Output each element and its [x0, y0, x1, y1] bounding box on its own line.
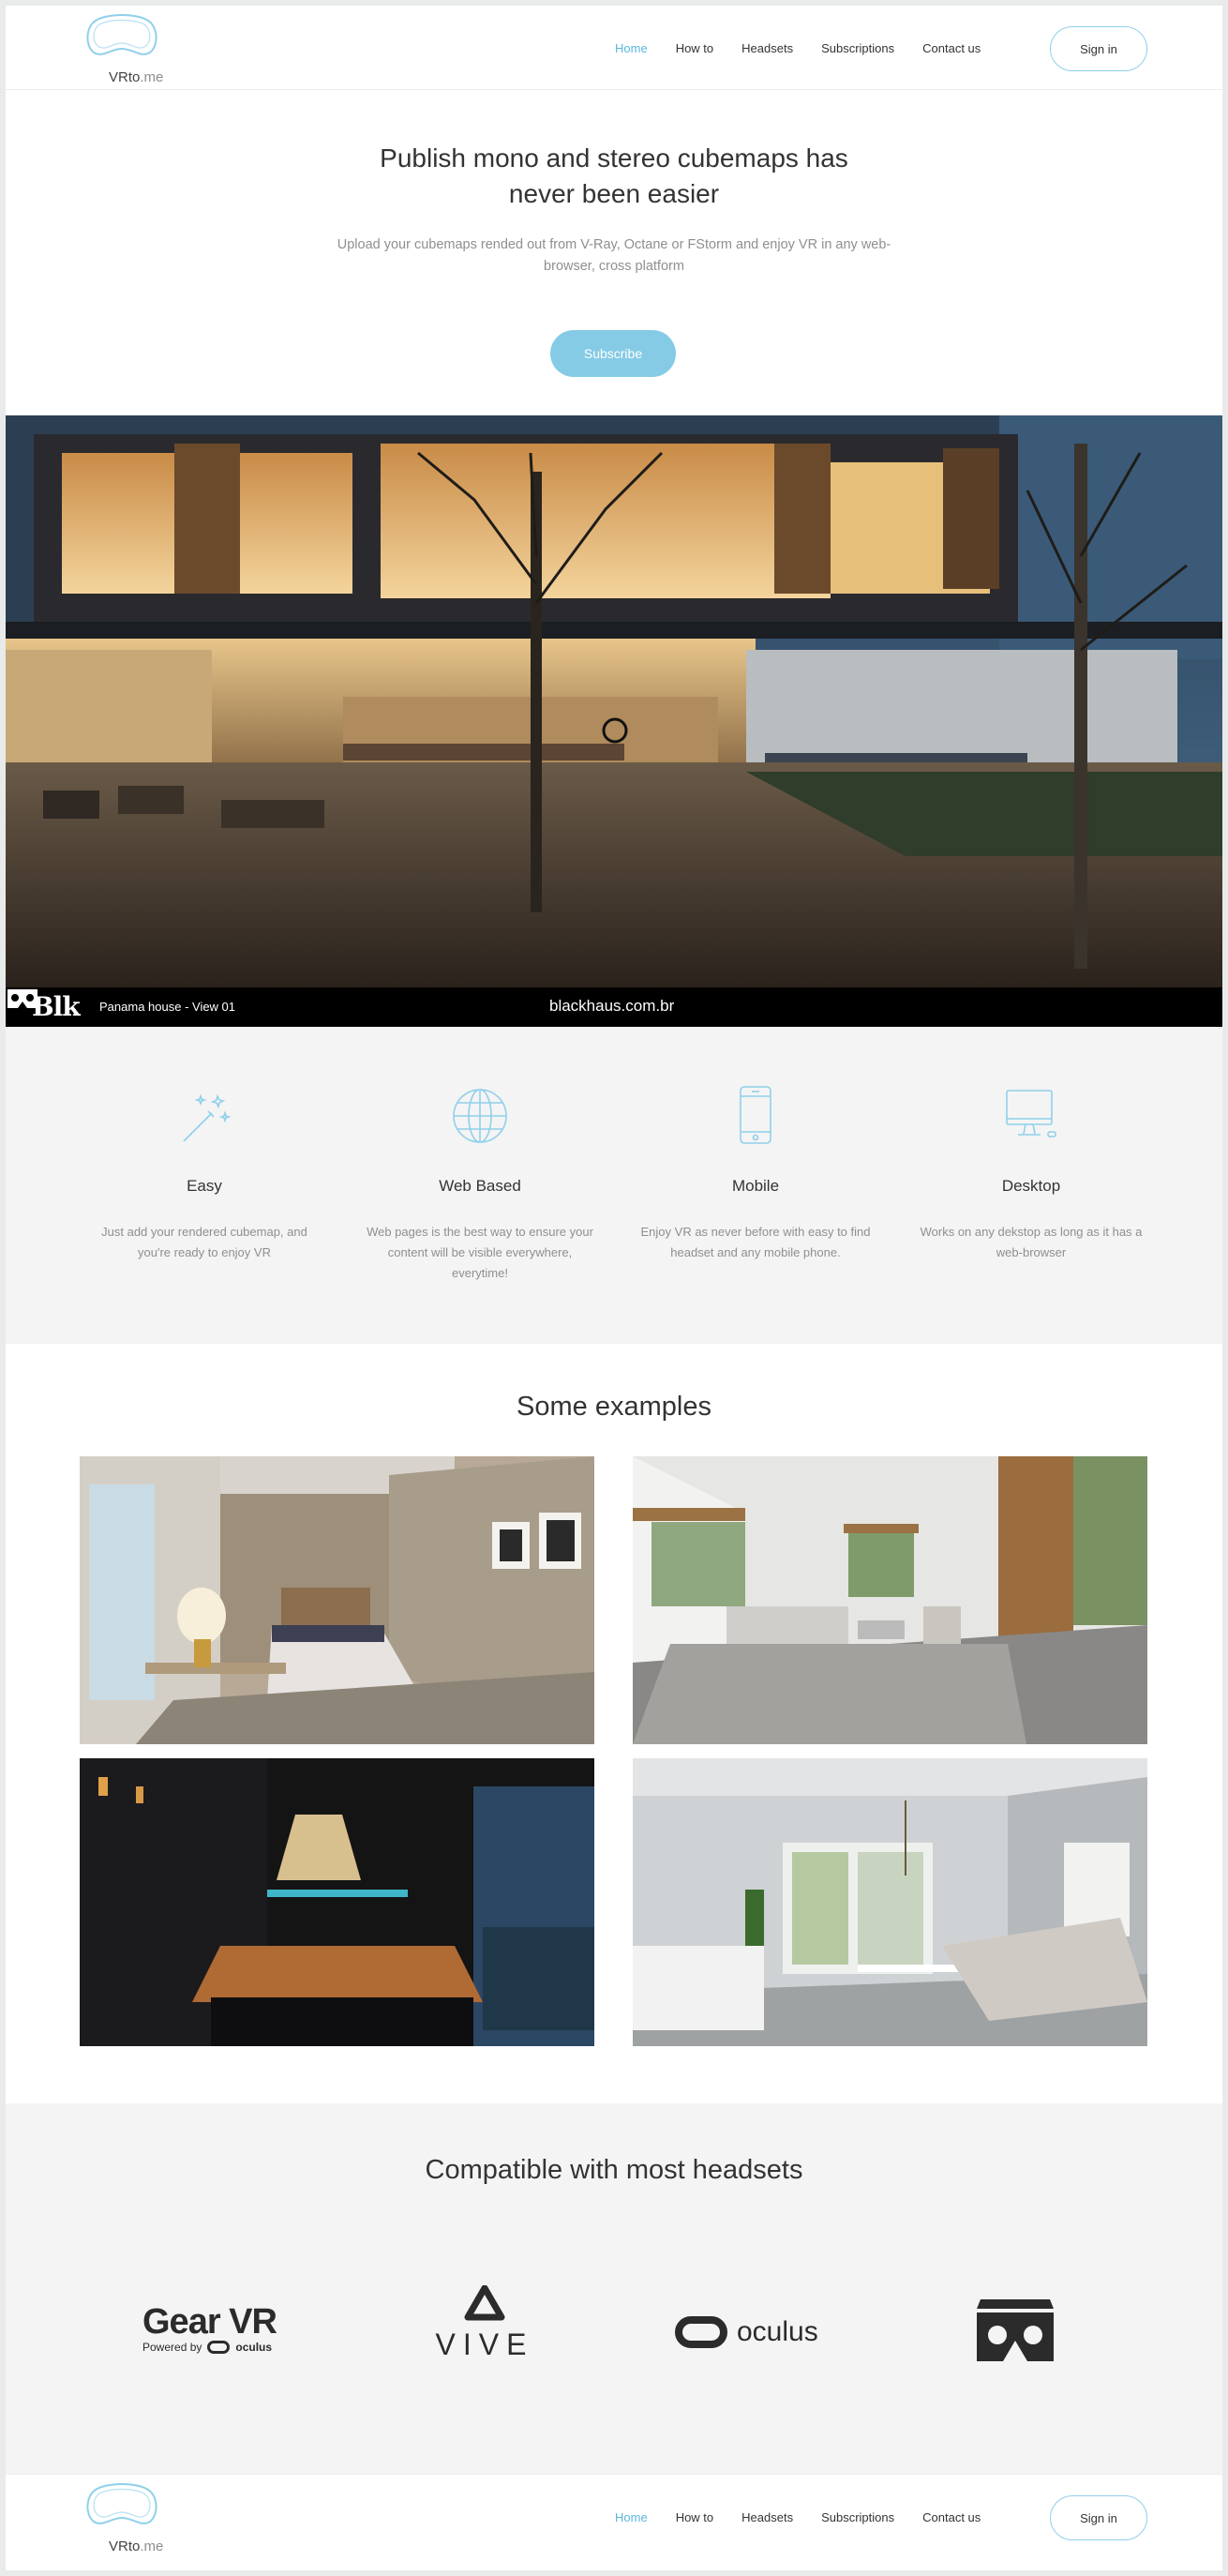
gearvr-wordmark: Gear VR — [142, 2302, 277, 2342]
feature-description: Just add your rendered cubemap, and you'… — [101, 1225, 307, 1259]
vive-logo: VIVE — [433, 2284, 536, 2362]
oculus-logo: oculus — [675, 2316, 818, 2348]
site-footer: VRto.me Home How to Headsets Subscriptio… — [6, 2474, 1222, 2570]
features-section: Easy Just add your rendered cubemap, and… — [6, 1027, 1222, 1344]
hero-title: Publish mono and stereo cubemaps has nev… — [6, 141, 1222, 212]
nav-subscriptions[interactable]: Subscriptions — [821, 41, 894, 55]
logo-headset-icon — [86, 14, 157, 55]
logo-suffix: .me — [140, 69, 164, 85]
example-living-room-grey[interactable] — [633, 1758, 1147, 2046]
mobile-phone-icon — [740, 1086, 771, 1144]
nav-home[interactable]: Home — [615, 41, 648, 55]
oculus-ring-icon — [675, 2316, 727, 2348]
globe-icon — [453, 1089, 507, 1143]
example-dining-room[interactable] — [80, 1758, 594, 2046]
nav-how-to[interactable]: How to — [676, 41, 713, 55]
feature-title: Easy — [187, 1177, 222, 1195]
logo[interactable]: VRto.me — [79, 11, 201, 86]
hero-subtitle: Upload your cubemaps rended out from V-R… — [337, 237, 891, 274]
viewer-site-url[interactable]: blackhaus.com.br — [549, 997, 674, 1016]
signin-button[interactable]: Sign in — [1050, 2495, 1147, 2540]
nav-headsets[interactable]: Headsets — [741, 41, 793, 55]
vr-viewer[interactable]: Blk Panama house - View 01 blackhaus.com… — [6, 415, 1222, 1027]
feature-description: Works on any dekstop as long as it has a… — [920, 1225, 1143, 1259]
viewer-toolbar: Blk Panama house - View 01 blackhaus.com… — [6, 987, 1222, 1027]
vive-wordmark: VIVE — [435, 2327, 534, 2361]
examples-title: Some examples — [517, 1392, 711, 1422]
example-image — [80, 1758, 594, 2046]
nav-subscriptions[interactable]: Subscriptions — [821, 2510, 894, 2524]
oculus-ring-icon — [207, 2341, 231, 2354]
logo-name: VRto — [109, 69, 141, 85]
feature-title: Mobile — [731, 1177, 780, 1195]
footer-logo[interactable]: VRto.me — [79, 2480, 201, 2555]
nav-contact-us[interactable]: Contact us — [922, 41, 981, 55]
gearvr-oculus-text: oculus — [235, 2341, 273, 2354]
subscribe-button[interactable]: Subscribe — [550, 330, 676, 377]
panorama-image — [6, 415, 1222, 987]
viewer-caption: Panama house - View 01 — [99, 1000, 236, 1014]
main-nav: Home How to Headsets Subscriptions Conta… — [615, 6, 1009, 90]
feature-description: Web pages is the best way to ensure your… — [367, 1225, 593, 1280]
example-bedroom[interactable] — [80, 1456, 594, 1744]
logo-text: VRto.me — [109, 2538, 163, 2554]
vive-triangle-icon — [464, 2284, 505, 2321]
compatible-section: Compatible with most headsets Gear VR Po… — [6, 2103, 1222, 2474]
example-image — [633, 1456, 1147, 1744]
hero-title-line-1: Publish mono and stereo cubemaps has — [380, 143, 848, 173]
example-image — [633, 1758, 1147, 2046]
logo-headset-icon — [86, 2483, 157, 2524]
feature-title: Desktop — [1001, 1177, 1061, 1195]
gearvr-powered-row: Powered by oculus — [142, 2341, 292, 2354]
logo-text: VRto.me — [109, 69, 163, 85]
logo-suffix: .me — [140, 2538, 164, 2554]
footer-nav: Home How to Headsets Subscriptions Conta… — [615, 2475, 1009, 2559]
oculus-wordmark: oculus — [737, 2316, 818, 2347]
logo-name: VRto — [109, 2538, 141, 2554]
example-image — [80, 1456, 594, 1744]
feature-description: Enjoy VR as never before with easy to fi… — [640, 1225, 871, 1259]
page: VRto.me Home How to Headsets Subscriptio… — [6, 6, 1222, 2570]
gearvr-powered-text: Powered by — [142, 2341, 202, 2354]
hero-title-line-2: never been easier — [508, 179, 720, 208]
example-living-room-wood[interactable] — [633, 1456, 1147, 1744]
compatible-title: Compatible with most headsets — [425, 2155, 803, 2185]
desktop-icon — [1006, 1090, 1056, 1137]
nav-headsets[interactable]: Headsets — [741, 2510, 793, 2524]
magic-wand-icon — [183, 1093, 232, 1142]
signin-button[interactable]: Sign in — [1050, 26, 1147, 71]
nav-how-to[interactable]: How to — [676, 2510, 713, 2524]
nav-contact-us[interactable]: Contact us — [922, 2510, 981, 2524]
cardboard-headset-icon — [977, 2299, 1054, 2361]
cardboard-icon[interactable] — [6, 987, 39, 1010]
gearvr-logo: Gear VR Powered by oculus — [142, 2302, 292, 2354]
feature-title: Web Based — [439, 1177, 521, 1195]
site-header: VRto.me Home How to Headsets Subscriptio… — [6, 6, 1222, 90]
nav-home[interactable]: Home — [615, 2510, 648, 2524]
